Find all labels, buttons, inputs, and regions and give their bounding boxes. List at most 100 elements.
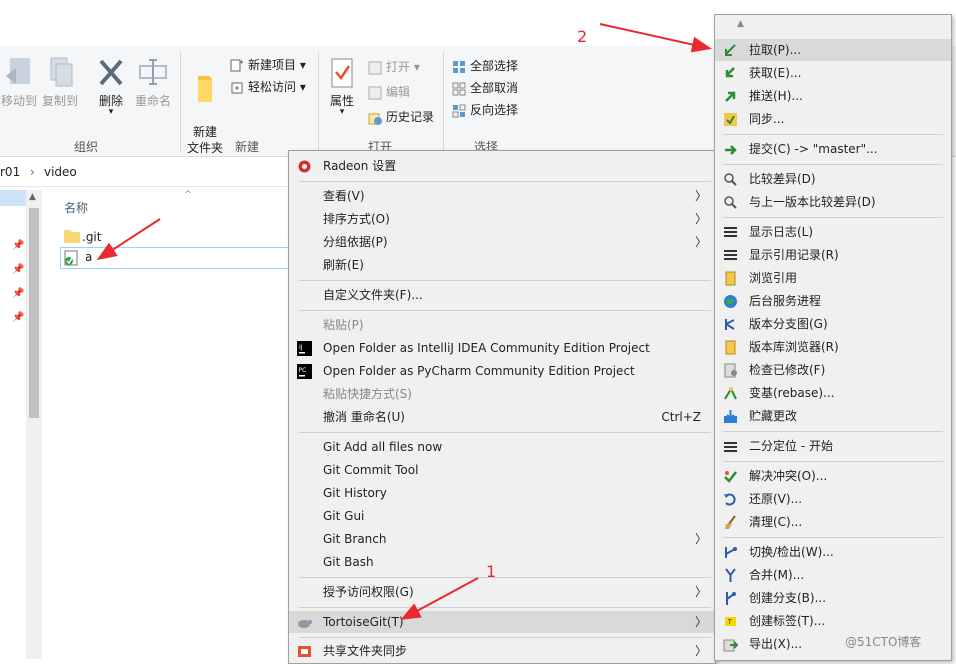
menu-item-undo-rename[interactable]: 撤消 重命名(U) Ctrl+Z [289, 406, 715, 428]
menu-item-radeon[interactable]: Radeon 设置 [289, 155, 715, 177]
menu-separator [723, 164, 943, 165]
select-all-icon [453, 60, 465, 73]
edit-icon [368, 86, 382, 99]
edit-label: 编辑 [386, 85, 411, 99]
radeon-icon [298, 160, 311, 173]
address-bar[interactable]: r01 › video [0, 160, 290, 187]
submenu-item-create-tag[interactable]: T 创建标签(T)... [715, 610, 951, 632]
column-header-name[interactable]: 名称 [64, 199, 88, 216]
menu-item-tortoisegit[interactable]: TortoiseGit(T) 〉 [289, 611, 715, 633]
rename-label: 重命名 [134, 94, 171, 108]
copy-to-button[interactable]: 复制到 [40, 56, 80, 109]
menu-item-intellij[interactable]: IJ Open Folder as IntelliJ IDEA Communit… [289, 337, 715, 359]
menu-item-git-add-all[interactable]: Git Add all files now [289, 436, 715, 458]
move-to-button[interactable]: 移动到 [0, 56, 38, 109]
menu-item-paste-shortcut[interactable]: 粘贴快捷方式(S) [289, 383, 715, 405]
menu-label: 粘贴(P) [323, 318, 364, 332]
revision-graph-icon [725, 319, 735, 330]
check-mods-icon [724, 363, 737, 378]
menu-label: 导出(X)... [749, 637, 803, 651]
submenu-item-daemon[interactable]: 后台服务进程 [715, 290, 951, 312]
submenu-item-switch[interactable]: 切换/检出(W)... [715, 541, 951, 563]
breadcrumb-part[interactable]: r01 [0, 165, 20, 179]
list-item-selected[interactable]: a [60, 247, 292, 269]
submenu-item-push[interactable]: 推送(H)... [715, 85, 951, 107]
edit-button[interactable]: 编辑 [368, 83, 410, 100]
menu-item-git-history[interactable]: Git History [289, 482, 715, 504]
submenu-item-create-branch[interactable]: 创建分支(B)... [715, 587, 951, 609]
magnifier-icon [724, 173, 737, 186]
push-icon [725, 91, 736, 102]
submenu-item-cleanup[interactable]: 清理(C)... [715, 511, 951, 533]
submenu-item-repo-browser[interactable]: 版本库浏览器(R) [715, 336, 951, 358]
delete-dropdown-icon: ▾ [108, 107, 114, 117]
menu-label: Git Add all files now [323, 440, 443, 454]
menu-label: 粘贴快捷方式(S) [323, 387, 412, 401]
history-button[interactable]: 历史记录 [368, 108, 434, 125]
select-none-button[interactable]: 全部取消 [452, 79, 518, 96]
menu-label: 二分定位 - 开始 [749, 439, 833, 453]
properties-button[interactable]: 属性 ▾ [326, 56, 358, 117]
copy-to-icon [50, 57, 73, 87]
submenu-item-commit[interactable]: 提交(C) -> "master"... [715, 138, 951, 160]
new-folder-label: 新建 文件夹 [186, 125, 223, 155]
invert-select-button[interactable]: 反向选择 [452, 101, 518, 118]
menu-item-git-bash[interactable]: Git Bash [289, 551, 715, 573]
menu-separator [723, 431, 943, 432]
scroll-up-icon[interactable]: ▲ [737, 19, 744, 29]
submenu-item-bisect[interactable]: 二分定位 - 开始 [715, 435, 951, 457]
new-folder-button[interactable]: 新建 文件夹 [184, 56, 226, 156]
menu-item-git-branch[interactable]: Git Branch 〉 [289, 528, 715, 550]
menu-item-grant-access[interactable]: 授予访问权限(G) 〉 [289, 581, 715, 603]
menu-item-sort[interactable]: 排序方式(O) 〉 [289, 208, 715, 230]
menu-separator [723, 461, 943, 462]
menu-item-paste[interactable]: 粘贴(P) [289, 314, 715, 336]
svg-text:T: T [727, 619, 732, 626]
submenu-item-stash[interactable]: 贮藏更改 [715, 405, 951, 427]
submenu-item-merge[interactable]: 合并(M)... [715, 564, 951, 586]
menu-item-git-commit-tool[interactable]: Git Commit Tool [289, 459, 715, 481]
easy-access-label: 轻松访问 [248, 80, 297, 94]
menu-separator [299, 181, 711, 182]
submenu-item-pull[interactable]: 拉取(P)... [715, 39, 951, 61]
menu-item-customize[interactable]: 自定义文件夹(F)... [289, 284, 715, 306]
nav-selected-item[interactable] [0, 190, 26, 206]
submenu-item-diff[interactable]: 比较差异(D) [715, 168, 951, 190]
ribbon-separator [443, 52, 444, 152]
open-button[interactable]: 打开 ▾ [368, 58, 420, 75]
menu-label: TortoiseGit(T) [323, 615, 404, 629]
menu-item-refresh[interactable]: 刷新(E) [289, 254, 715, 276]
menu-item-pycharm[interactable]: PC Open Folder as PyCharm Community Edit… [289, 360, 715, 382]
easy-access-button[interactable]: 轻松访问 ▾ [230, 78, 306, 95]
submenu-item-rebase[interactable]: 变基(rebase)... [715, 382, 951, 404]
breadcrumb-current[interactable]: video [44, 165, 77, 179]
submenu-item-show-reflog[interactable]: 显示引用记录(R) [715, 244, 951, 266]
submenu-item-diff-prev[interactable]: 与上一版本比较差异(D) [715, 191, 951, 213]
submenu-item-fetch[interactable]: 获取(E)... [715, 62, 951, 84]
menu-label: 版本库浏览器(R) [749, 340, 839, 354]
submenu-item-check-mods[interactable]: 检查已修改(F) [715, 359, 951, 381]
easy-access-icon [231, 82, 243, 93]
menu-item-git-gui[interactable]: Git Gui [289, 505, 715, 527]
scroll-up-icon[interactable]: ▲ [29, 192, 36, 202]
submenu-arrow-icon: 〉 [694, 212, 707, 226]
nav-scrollbar-thumb[interactable] [29, 208, 39, 418]
delete-button[interactable]: 删除 ▾ [92, 56, 130, 117]
menu-separator [299, 607, 711, 608]
bisect-icon [724, 442, 737, 452]
submenu-item-revert[interactable]: 还原(V)... [715, 488, 951, 510]
submenu-item-browse-refs[interactable]: 浏览引用 [715, 267, 951, 289]
nav-scrollbar[interactable]: ▲ [26, 190, 42, 659]
menu-separator [299, 280, 711, 281]
menu-item-group[interactable]: 分组依据(P) 〉 [289, 231, 715, 253]
submenu-item-show-log[interactable]: 显示日志(L) [715, 221, 951, 243]
submenu-item-revision-graph[interactable]: 版本分支图(G) [715, 313, 951, 335]
menu-item-view[interactable]: 查看(V) 〉 [289, 185, 715, 207]
submenu-item-sync[interactable]: 同步... [715, 108, 951, 130]
rename-button[interactable]: 重命名 [132, 56, 174, 109]
new-item-button[interactable]: 新建项目 ▾ [230, 56, 306, 73]
select-all-button[interactable]: 全部选择 [452, 57, 518, 74]
broom-icon [725, 515, 736, 529]
submenu-item-resolve[interactable]: 解决冲突(O)... [715, 465, 951, 487]
switch-icon [725, 547, 737, 558]
